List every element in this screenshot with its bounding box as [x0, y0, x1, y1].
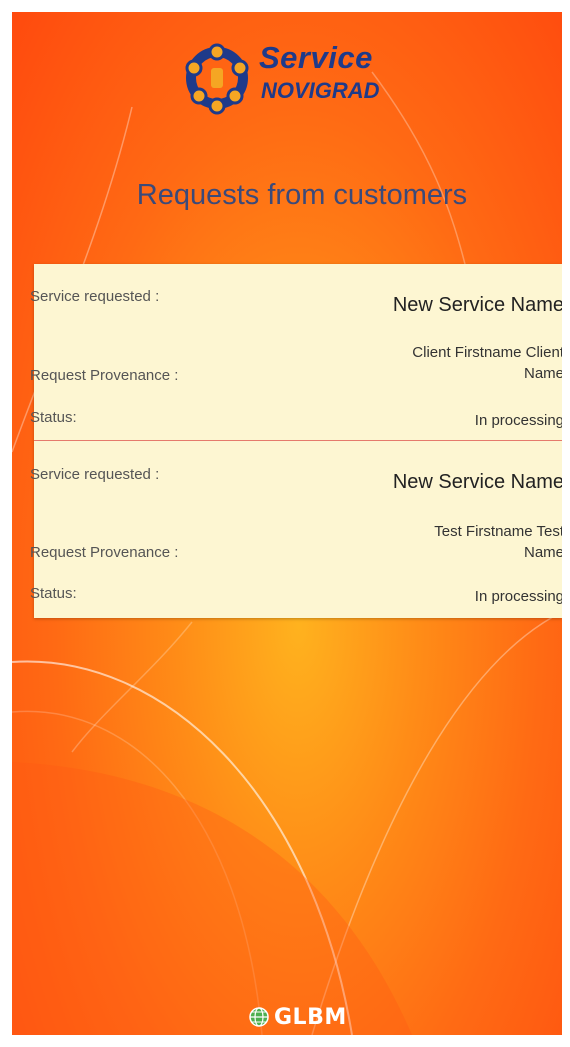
- logo-title: Service: [259, 40, 373, 75]
- request-provenance-label: Request Provenance :: [30, 544, 179, 561]
- service-requested-value: New Service Name: [392, 471, 562, 493]
- service-requested-label: Service requested :: [30, 466, 160, 483]
- footer-brand-text: GLBM: [274, 1004, 347, 1030]
- app-screen: Service NOVIGRAD Requests from customers…: [12, 12, 562, 1035]
- requests-list: Service requested : New Service Name Cli…: [30, 264, 562, 618]
- request-provenance-label: Request Provenance :: [30, 367, 179, 384]
- page-title: Requests from customers: [136, 179, 468, 211]
- service-novigrad-logo: Service NOVIGRAD: [177, 38, 417, 118]
- status-value: In processing: [474, 588, 562, 605]
- provenance-value-line2: Name: [523, 365, 562, 382]
- status-label: Status:: [30, 409, 77, 426]
- service-requested-value: New Service Name: [392, 294, 562, 316]
- provenance-value-line1: Client Firstname Client: [412, 344, 562, 361]
- logo-subtitle: NOVIGRAD: [261, 78, 380, 103]
- provenance-value-line1: Test Firstname Test: [434, 523, 562, 540]
- logo-people-circle-icon: [185, 43, 249, 115]
- status-label: Status:: [30, 585, 77, 602]
- request-item[interactable]: Service requested : New Service Name Cli…: [30, 264, 562, 440]
- globe-icon: [249, 1007, 269, 1027]
- request-item[interactable]: Service requested : New Service Name Tes…: [30, 440, 562, 617]
- footer-brand: GLBM: [248, 1002, 347, 1032]
- service-requested-label: Service requested :: [30, 288, 160, 305]
- provenance-value-line2: Name: [523, 544, 562, 561]
- status-value: In processing: [474, 412, 562, 429]
